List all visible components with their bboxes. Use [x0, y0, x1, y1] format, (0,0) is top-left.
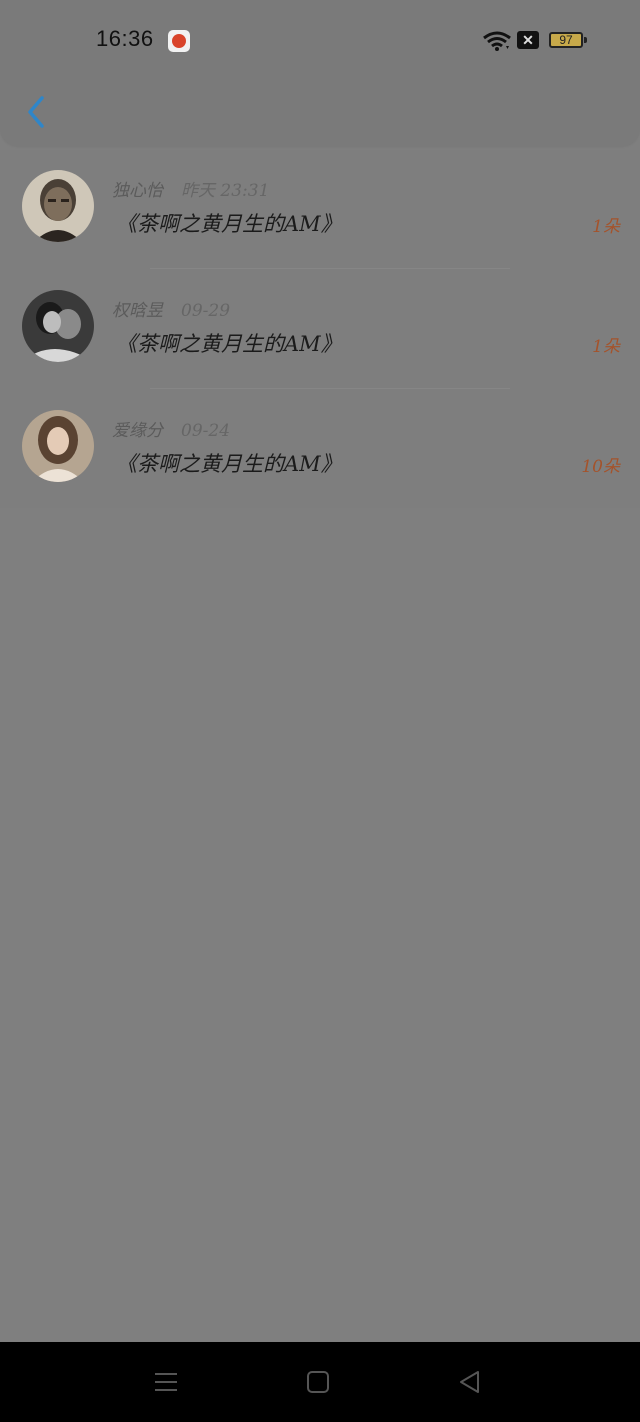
- avatar[interactable]: [22, 410, 94, 482]
- item-meta: 权晗昱 09-29: [112, 296, 230, 321]
- item-date: 09-24: [181, 421, 231, 441]
- list-item[interactable]: 独心怡 昨天 23:31 《茶啊之黄月生的AM》 1朵: [0, 150, 640, 268]
- sender-name: 权晗昱: [112, 301, 163, 321]
- item-title: 《茶啊之黄月生的AM》: [116, 212, 342, 236]
- item-title: 《茶啊之黄月生的AM》: [116, 452, 342, 476]
- gift-record-list: 独心怡 昨天 23:31 《茶啊之黄月生的AM》 1朵 权晗昱 09-29 《茶啊之…: [0, 150, 640, 508]
- sender-name: 爱缘分: [112, 421, 163, 441]
- sender-name: 独心怡: [112, 181, 163, 201]
- battery-icon: 97: [549, 32, 587, 48]
- back-chevron-icon[interactable]: [18, 90, 58, 134]
- status-bar: 16:36 ✕ 97: [0, 0, 640, 80]
- flower-count: 10朵: [581, 457, 620, 477]
- home-square-icon[interactable]: [304, 1368, 332, 1396]
- list-item[interactable]: 权晗昱 09-29 《茶啊之黄月生的AM》 1朵: [0, 270, 640, 388]
- wifi-icon: [483, 31, 511, 51]
- menu-icon[interactable]: [152, 1368, 180, 1396]
- flower-count: 1朵: [592, 337, 620, 357]
- app-notification-icon: [168, 30, 190, 52]
- divider: [150, 388, 510, 389]
- top-header: 16:36 ✕ 97: [0, 0, 640, 146]
- divider: [150, 268, 510, 269]
- avatar[interactable]: [22, 170, 94, 242]
- status-time: 16:36: [96, 26, 154, 51]
- item-date: 09-29: [181, 301, 231, 321]
- item-meta: 爱缘分 09-24: [112, 416, 230, 441]
- close-box-icon: ✕: [517, 31, 539, 49]
- item-date: 昨天 23:31: [181, 181, 270, 201]
- back-triangle-icon[interactable]: [456, 1368, 484, 1396]
- flower-count: 1朵: [592, 217, 620, 237]
- item-meta: 独心怡 昨天 23:31: [112, 176, 269, 201]
- avatar[interactable]: [22, 290, 94, 362]
- system-nav-bar: [0, 1342, 640, 1422]
- list-item[interactable]: 爱缘分 09-24 《茶啊之黄月生的AM》 10朵: [0, 390, 640, 508]
- item-title: 《茶啊之黄月生的AM》: [116, 332, 342, 356]
